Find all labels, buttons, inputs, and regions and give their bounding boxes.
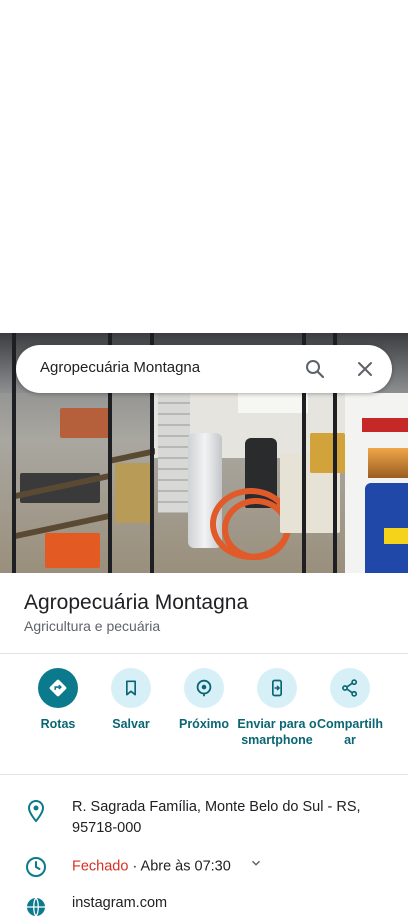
place-category[interactable]: Agricultura e pecuária: [24, 618, 160, 634]
share-button[interactable]: Compartilhar: [310, 668, 390, 748]
place-title: Agropecuária Montagna: [24, 591, 249, 614]
search-icon[interactable]: [303, 357, 327, 381]
nearby-icon: [184, 668, 224, 708]
search-bar[interactable]: Agropecuária Montagna: [16, 345, 392, 393]
hours-detail: · Abre às 07:30: [128, 858, 231, 875]
map-area[interactable]: [0, 0, 408, 333]
share-icon: [330, 668, 370, 708]
share-label: Compartilhar: [317, 717, 383, 747]
directions-label: Rotas: [40, 717, 76, 731]
location-pin-icon: [24, 799, 48, 823]
chevron-down-icon[interactable]: [249, 856, 263, 877]
nearby-button[interactable]: Próximo: [164, 668, 244, 732]
directions-icon: [38, 668, 78, 708]
address-text[interactable]: R. Sagrada Família, Monte Belo do Sul - …: [72, 797, 382, 839]
close-icon[interactable]: [353, 357, 377, 381]
nearby-label: Próximo: [178, 717, 229, 731]
send-to-phone-button[interactable]: Enviar para o smartphone: [237, 668, 317, 748]
send-to-phone-icon: [257, 668, 297, 708]
directions-button[interactable]: Rotas: [18, 668, 98, 732]
bookmark-icon: [111, 668, 151, 708]
hours-status: Fechado: [72, 858, 129, 875]
divider: [0, 653, 408, 654]
send-to-phone-label: Enviar para o smartphone: [237, 717, 317, 747]
hours-row[interactable]: Fechado · Abre às 07:30: [72, 856, 263, 877]
save-label: Salvar: [112, 717, 150, 731]
website-link[interactable]: instagram.com: [72, 893, 167, 914]
clock-icon: [24, 855, 48, 879]
save-button[interactable]: Salvar: [91, 668, 171, 732]
globe-icon: [24, 895, 48, 919]
divider: [0, 774, 408, 775]
search-query[interactable]: Agropecuária Montagna: [40, 359, 200, 376]
